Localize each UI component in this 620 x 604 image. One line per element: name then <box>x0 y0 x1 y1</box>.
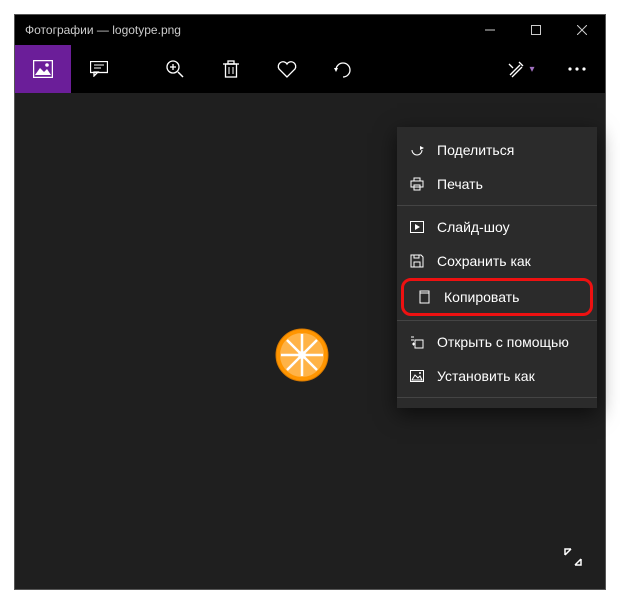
menu-item-share[interactable]: Поделиться <box>397 133 597 167</box>
titlebar: Фотографии — logotype.png <box>15 15 605 45</box>
delete-button[interactable] <box>203 45 259 93</box>
favorite-button[interactable] <box>259 45 315 93</box>
menu-separator <box>397 320 597 321</box>
close-button[interactable] <box>559 15 605 45</box>
fullscreen-button[interactable] <box>555 539 591 575</box>
more-icon <box>568 67 586 71</box>
menu-label: Установить как <box>437 368 535 384</box>
copy-icon <box>416 289 432 305</box>
heart-icon <box>277 60 297 78</box>
menu-separator <box>397 397 597 398</box>
save-icon <box>409 253 425 269</box>
menu-item-slideshow[interactable]: Слайд-шоу <box>397 210 597 244</box>
rotate-button[interactable] <box>315 45 371 93</box>
context-menu: Поделиться Печать Слайд-шоу Сохранить ка <box>397 127 597 408</box>
chevron-down-icon: ▾ <box>529 64 534 75</box>
menu-item-open-with[interactable]: Открыть с помощью <box>397 325 597 359</box>
more-button[interactable] <box>549 45 605 93</box>
close-icon <box>577 25 587 35</box>
maximize-icon <box>531 25 541 35</box>
menu-label: Слайд-шоу <box>437 219 510 235</box>
minimize-button[interactable] <box>467 15 513 45</box>
menu-item-set-as[interactable]: Установить как <box>397 359 597 393</box>
maximize-button[interactable] <box>513 15 559 45</box>
minimize-icon <box>485 25 495 35</box>
menu-item-copy[interactable]: Копировать <box>401 278 593 316</box>
zoom-button[interactable] <box>147 45 203 93</box>
trash-icon <box>223 60 239 78</box>
set-as-icon <box>409 368 425 384</box>
menu-label: Копировать <box>444 289 519 305</box>
fullscreen-icon <box>563 547 583 567</box>
edit-button[interactable]: ▾ <box>493 45 549 93</box>
print-icon <box>409 176 425 192</box>
menu-label: Сохранить как <box>437 253 531 269</box>
displayed-image <box>275 328 329 382</box>
zoom-icon <box>166 60 184 78</box>
rotate-icon <box>333 60 353 78</box>
image-viewport: Поделиться Печать Слайд-шоу Сохранить ка <box>15 93 605 589</box>
comment-button[interactable] <box>71 45 127 93</box>
menu-label: Печать <box>437 176 483 192</box>
window-title: Фотографии — logotype.png <box>15 23 467 37</box>
app-window: Фотографии — logotype.png <box>14 14 606 590</box>
slideshow-icon <box>409 219 425 235</box>
comment-icon <box>90 61 108 77</box>
open-with-icon <box>409 334 425 350</box>
menu-separator <box>397 205 597 206</box>
image-icon <box>33 60 53 78</box>
menu-label: Поделиться <box>437 142 514 158</box>
edit-icon <box>507 60 525 78</box>
menu-item-print[interactable]: Печать <box>397 167 597 201</box>
image-view-button[interactable] <box>15 45 71 93</box>
share-icon <box>409 142 425 158</box>
toolbar: ▾ <box>15 45 605 93</box>
menu-label: Открыть с помощью <box>437 334 569 350</box>
menu-item-save-as[interactable]: Сохранить как <box>397 244 597 278</box>
